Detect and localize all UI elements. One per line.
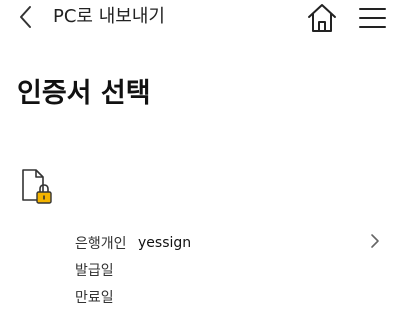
certificate-item[interactable]: 은행개인 yessign 발급일 만료일 (0, 224, 400, 312)
menu-button[interactable] (355, 2, 389, 34)
cert-row-issue-date: 발급일 (75, 259, 138, 281)
home-button[interactable] (305, 2, 339, 34)
cert-type-label: 은행개인 (75, 236, 127, 252)
header-title: PC로 내보내기 (53, 6, 165, 27)
chevron-left-icon (20, 6, 31, 28)
cert-row-expiry-date: 만료일 (75, 286, 138, 308)
cert-issuer-value: yessign (138, 235, 192, 251)
locked-document-icon (20, 168, 54, 206)
home-icon (308, 4, 336, 32)
app-header: PC로 내보내기 (0, 0, 400, 36)
page-title: 인증서 선택 (17, 78, 151, 109)
hamburger-menu-icon (359, 8, 386, 28)
issue-date-label: 발급일 (75, 263, 114, 279)
expiry-date-label: 만료일 (75, 290, 114, 306)
cert-row-type: 은행개인 yessign (75, 232, 191, 254)
back-button[interactable] (14, 4, 38, 30)
chevron-right-icon (368, 232, 382, 250)
